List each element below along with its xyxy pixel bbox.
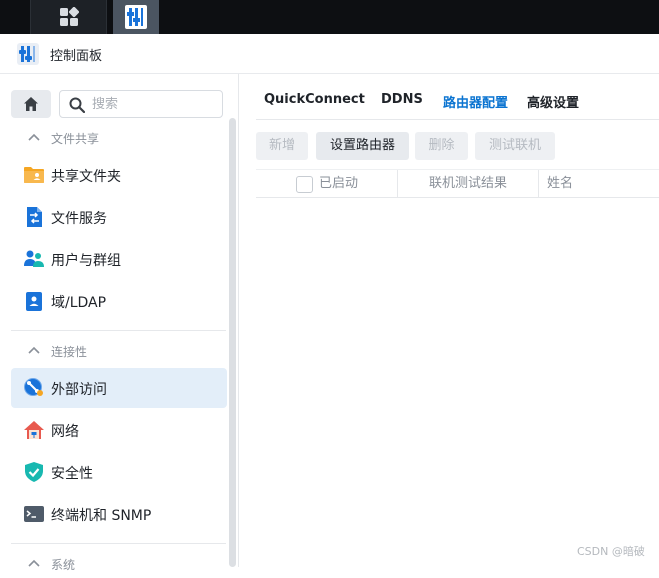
sidebar: 文件共享 共享文件夹 文件服务 用户与群组 [0, 74, 239, 572]
column-header-test-result[interactable]: 联机测试结果 [429, 170, 507, 198]
setup-router-button[interactable]: 设置路由器 [316, 132, 409, 160]
window-titlebar: 控制面板 [0, 34, 659, 74]
tab-router-configuration[interactable]: 路由器配置 [443, 92, 508, 111]
add-button[interactable]: 新增 [256, 132, 308, 160]
tab-advanced-settings[interactable]: 高级设置 [527, 92, 579, 111]
watermark: CSDN @暗破 [577, 545, 645, 558]
section-label: 系统 [51, 558, 76, 572]
sidebar-item-label: 用户与群组 [51, 253, 121, 269]
column-header-enabled[interactable]: 已启动 [319, 170, 358, 198]
table-header: 已启动 联机测试结果 姓名 [256, 169, 659, 198]
external-access-icon [24, 378, 43, 396]
sidebar-item-network[interactable]: 网络 [11, 410, 227, 450]
search-box[interactable] [59, 90, 223, 118]
chevron-up-icon [28, 346, 40, 354]
sidebar-item-label: 终端机和 SNMP [51, 508, 152, 524]
column-separator[interactable] [538, 170, 539, 198]
section-label: 文件共享 [51, 132, 100, 146]
app-grid-icon [60, 7, 79, 26]
sidebar-scrollbar[interactable] [229, 118, 236, 567]
column-separator[interactable] [397, 170, 398, 198]
home-icon [24, 97, 38, 111]
search-input[interactable] [92, 95, 216, 113]
sidebar-item-domain-ldap[interactable]: 域/LDAP [11, 281, 227, 321]
sidebar-item-external-access[interactable]: 外部访问 [11, 368, 227, 408]
section-connectivity[interactable]: 连接性 [0, 337, 228, 365]
sidebar-item-label: 安全性 [51, 466, 93, 482]
sidebar-item-label: 共享文件夹 [51, 169, 121, 185]
column-header-name[interactable]: 姓名 [547, 170, 573, 198]
sidebar-item-label: 文件服务 [51, 211, 107, 227]
users-icon [24, 250, 44, 267]
file-services-icon [27, 207, 42, 227]
search-icon [69, 97, 85, 113]
main-menu-button[interactable] [30, 0, 107, 34]
control-panel-icon [17, 43, 39, 65]
domain-icon [26, 292, 42, 311]
section-divider [11, 543, 226, 544]
section-label: 连接性 [51, 345, 88, 359]
sidebar-item-shared-folder[interactable]: 共享文件夹 [11, 155, 227, 195]
tab-bar: QuickConnect DDNS 路由器配置 高级设置 [256, 74, 659, 120]
security-shield-icon [25, 462, 43, 482]
test-connection-button[interactable]: 测试联机 [475, 132, 555, 160]
control-panel-icon [125, 5, 147, 29]
sidebar-item-label: 域/LDAP [51, 295, 107, 311]
sidebar-item-security[interactable]: 安全性 [11, 452, 227, 492]
tab-ddns[interactable]: DDNS [381, 92, 423, 107]
sidebar-item-label: 外部访问 [51, 382, 107, 398]
window-title: 控制面板 [50, 49, 103, 64]
sidebar-item-label: 网络 [51, 424, 79, 440]
section-system[interactable]: 系统 [0, 550, 228, 578]
taskbar [0, 0, 659, 34]
toolbar: 新增 设置路由器 删除 测试联机 [256, 132, 659, 160]
delete-button[interactable]: 删除 [415, 132, 468, 160]
select-all-checkbox[interactable] [296, 176, 313, 193]
terminal-icon [24, 506, 44, 522]
tab-quickconnect[interactable]: QuickConnect [264, 92, 365, 107]
network-icon [24, 421, 44, 439]
section-divider [11, 330, 226, 331]
sidebar-item-file-services[interactable]: 文件服务 [11, 197, 227, 237]
section-file-sharing[interactable]: 文件共享 [0, 124, 228, 152]
main-panel: QuickConnect DDNS 路由器配置 高级设置 新增 设置路由器 删除… [240, 74, 659, 567]
sidebar-item-users[interactable]: 用户与群组 [11, 239, 227, 279]
shared-folder-icon [24, 167, 44, 183]
chevron-up-icon [28, 133, 40, 141]
taskbar-control-panel-button[interactable] [113, 0, 159, 34]
home-button[interactable] [11, 90, 51, 118]
sidebar-item-terminal-snmp[interactable]: 终端机和 SNMP [11, 494, 227, 534]
